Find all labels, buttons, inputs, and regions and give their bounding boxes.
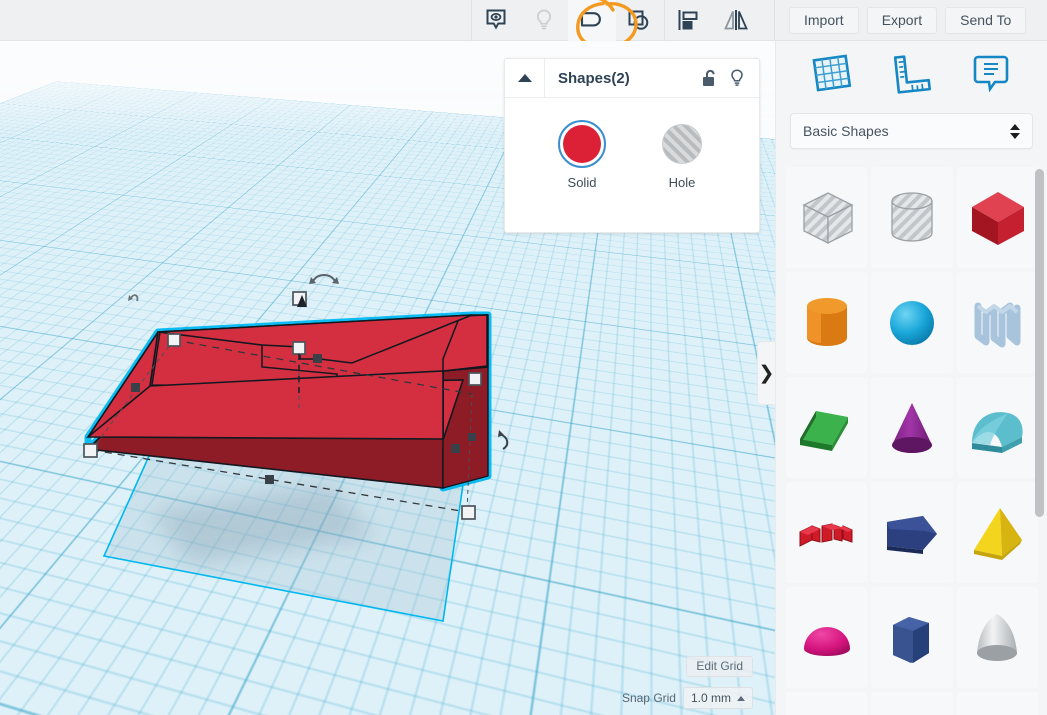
snap-grid-select[interactable]: 1.0 mm: [682, 687, 753, 709]
rotate-handle-left[interactable]: [128, 294, 139, 302]
toolbar-action-group: Import Export Send To: [774, 0, 1027, 41]
shape-cone[interactable]: [871, 377, 953, 478]
align-icon: [678, 10, 697, 30]
cone-icon: [891, 402, 932, 453]
mirror-tool[interactable]: [712, 0, 760, 41]
shape-partial-c[interactable]: [956, 692, 1038, 715]
sphere-icon: [889, 300, 934, 345]
shape-dome[interactable]: [786, 587, 868, 688]
shape-library-grid: [776, 161, 1047, 715]
mirror-icon: [724, 10, 748, 30]
shapes-panel-header: Shapes(2): [505, 59, 759, 98]
send-to-button[interactable]: Send To: [945, 6, 1027, 34]
shape-box[interactable]: [956, 167, 1038, 268]
shape-box-hole[interactable]: [786, 167, 868, 268]
text3d-icon: [799, 522, 853, 547]
edit-grid-button[interactable]: Edit Grid: [686, 656, 753, 677]
hole-swatch[interactable]: Hole: [658, 120, 706, 190]
rotate-handle-right[interactable]: [498, 430, 509, 450]
hole-swatch-ring: [658, 120, 706, 168]
toolbar-tool-group: [472, 0, 760, 41]
paraboloid-icon: [977, 613, 1018, 661]
rotate-handle-top[interactable]: [309, 274, 339, 284]
tab-ruler[interactable]: [879, 48, 943, 100]
snap-grid-control: Snap Grid 1.0 mm: [622, 687, 753, 709]
polygon-flat-icon: [886, 515, 937, 554]
workplane-grid-icon: [812, 54, 852, 92]
shape-roof[interactable]: [786, 377, 868, 478]
shapes-panel-header-icons: [701, 68, 759, 88]
lightbulb-icon[interactable]: [728, 68, 746, 88]
hole-swatch-label: Hole: [668, 175, 696, 190]
light-tool[interactable]: [520, 0, 568, 41]
shape-polygon[interactable]: [871, 482, 953, 583]
solid-color-circle: [563, 125, 601, 163]
shape-text[interactable]: [786, 482, 868, 583]
group-shapes-icon: [628, 10, 649, 30]
import-button[interactable]: Import: [789, 6, 859, 34]
shape-hex-prism[interactable]: [871, 587, 953, 688]
shape-cylinder[interactable]: [786, 272, 868, 373]
shapes-inspector-panel: Shapes(2) Solid Hole: [504, 58, 760, 233]
triangle-up-icon: [517, 74, 532, 82]
round-roof-icon: [972, 411, 1023, 453]
right-sidebar: Basic Shapes: [775, 41, 1047, 715]
solid-swatch[interactable]: Solid: [558, 120, 606, 190]
lightbulb-icon: [536, 9, 552, 30]
eye-bubble-icon: [486, 9, 506, 30]
canvas-panel-collapse-handle[interactable]: ❯: [757, 341, 775, 405]
shape-paraboloid[interactable]: [956, 587, 1038, 688]
snap-grid-label: Snap Grid: [621, 691, 676, 705]
shape-partial-b[interactable]: [871, 692, 953, 715]
export-button[interactable]: Export: [866, 6, 938, 34]
shapes-panel-body: Solid Hole: [505, 98, 759, 190]
shape-tool[interactable]: [568, 0, 616, 41]
cylinder-icon: [806, 297, 847, 346]
cylinder-hole-icon: [891, 191, 933, 242]
hole-hatched-circle: [662, 124, 702, 164]
roof-icon: [799, 410, 848, 451]
view-comment-tool[interactable]: [472, 0, 520, 41]
shape-sphere[interactable]: [871, 272, 953, 373]
toolbar-left-spacer: [0, 0, 472, 41]
shapes-panel-title: Shapes(2): [558, 69, 630, 87]
shape-cylinder-hole[interactable]: [871, 167, 953, 268]
shape-round-roof[interactable]: [956, 377, 1038, 478]
sidebar-tab-strip: [776, 41, 1047, 107]
pyramid-icon: [974, 507, 1023, 560]
shapes-collapse-button[interactable]: [505, 59, 545, 97]
note-bubble-icon: [973, 55, 1009, 93]
top-toolbar: Import Export Send To: [0, 0, 1047, 41]
shape-scribble[interactable]: [956, 272, 1038, 373]
shape-partial-a[interactable]: [786, 692, 868, 715]
group-tool[interactable]: [616, 0, 664, 41]
triangle-up-icon: [737, 695, 745, 701]
align-tool[interactable]: [664, 0, 712, 41]
shape-category-select[interactable]: Basic Shapes: [790, 113, 1033, 149]
stacked-arrows-icon: [1010, 123, 1020, 139]
tinkercad-app: Import Export Send To ❯ Edit Grid Snap G…: [0, 0, 1047, 715]
solid-swatch-ring: [558, 120, 606, 168]
sidebar-scrollbar[interactable]: [1035, 169, 1044, 517]
box-hole-icon: [802, 191, 854, 244]
hex-prism-icon: [892, 616, 929, 663]
ruler-icon: [894, 55, 932, 94]
tab-note[interactable]: [959, 48, 1023, 100]
solid-swatch-label: Solid: [567, 175, 597, 190]
snap-grid-value: 1.0 mm: [690, 691, 731, 705]
scribble-icon: [974, 302, 1021, 347]
unlock-icon[interactable]: [701, 68, 718, 88]
box-icon: [972, 191, 1025, 245]
shape-polygon-icon: [580, 8, 601, 27]
chevron-right-icon: ❯: [758, 362, 775, 384]
shape-category-label: Basic Shapes: [803, 123, 889, 139]
shape-pyramid[interactable]: [956, 482, 1038, 583]
dome-icon: [803, 626, 850, 656]
tab-workplane[interactable]: [800, 48, 864, 100]
